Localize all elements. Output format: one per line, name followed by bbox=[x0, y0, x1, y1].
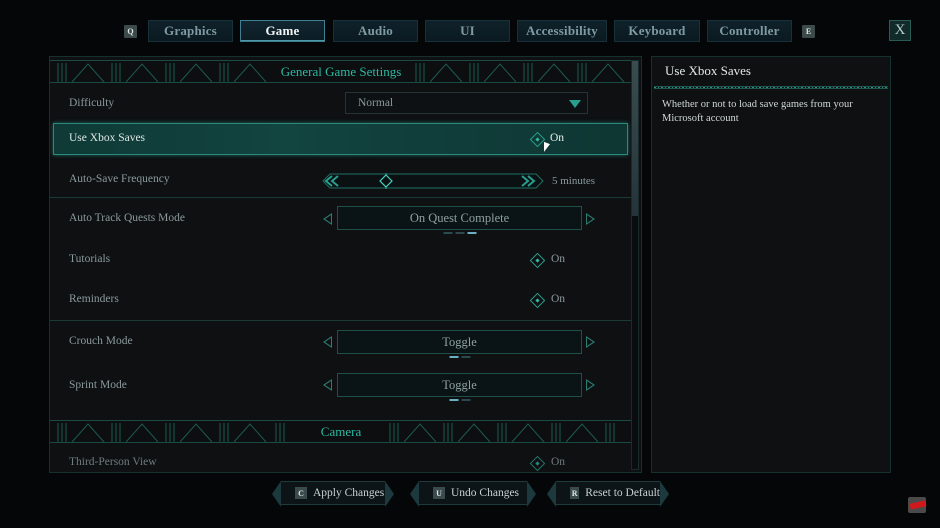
setting-row-third-person[interactable]: Third-Person View On bbox=[50, 449, 632, 472]
arrow-left-icon[interactable] bbox=[323, 336, 332, 348]
tab-graphics[interactable]: Graphics bbox=[148, 20, 233, 42]
next-tab-key[interactable]: E bbox=[802, 25, 815, 38]
option-pip bbox=[461, 399, 470, 401]
setting-label: Third-Person View bbox=[69, 456, 157, 468]
settings-scrollbar[interactable] bbox=[631, 60, 639, 470]
setting-label: Reminders bbox=[69, 293, 119, 305]
setting-row-crouch-mode[interactable]: Crouch Mode Toggle bbox=[50, 323, 632, 363]
crouch-mode-selector[interactable]: Toggle bbox=[337, 330, 582, 358]
prev-tab-key[interactable]: Q bbox=[124, 25, 137, 38]
toggle-value: On bbox=[551, 456, 566, 468]
setting-row-tutorials[interactable]: Tutorials On bbox=[50, 241, 632, 279]
apply-changes-button[interactable]: C Apply Changes bbox=[272, 481, 394, 507]
option-pips bbox=[449, 356, 470, 358]
toggle-value: On bbox=[551, 253, 566, 265]
arrow-left-icon[interactable] bbox=[323, 213, 332, 225]
toggle-diamond-icon[interactable] bbox=[529, 131, 546, 148]
toggle-value: On bbox=[551, 293, 566, 305]
action-label: Undo Changes bbox=[451, 487, 520, 499]
mouse-cursor-icon bbox=[544, 141, 550, 155]
toggle-diamond-icon[interactable] bbox=[529, 252, 546, 269]
setting-row-sprint-mode[interactable]: Sprint Mode Toggle bbox=[50, 366, 632, 406]
option-pip-active bbox=[449, 399, 458, 401]
tab-ui[interactable]: UI bbox=[425, 20, 510, 42]
option-pip-active bbox=[467, 232, 476, 234]
arrow-right-icon[interactable] bbox=[586, 379, 595, 391]
setting-row-reminders[interactable]: Reminders On bbox=[50, 281, 632, 319]
selector-value: On Quest Complete bbox=[409, 211, 510, 225]
dropdown-value: Normal bbox=[358, 97, 394, 109]
option-pip bbox=[443, 232, 452, 234]
arrow-right-icon[interactable] bbox=[586, 336, 595, 348]
section-title-general: General Game Settings bbox=[274, 63, 408, 80]
setting-label: Crouch Mode bbox=[69, 335, 133, 347]
option-pip bbox=[455, 232, 464, 234]
keycap-c: C bbox=[295, 487, 307, 499]
tab-keyboard[interactable]: Keyboard bbox=[614, 20, 700, 42]
description-divider bbox=[654, 86, 888, 89]
auto-save-slider[interactable] bbox=[322, 173, 544, 189]
description-title: Use Xbox Saves bbox=[665, 63, 751, 78]
close-button[interactable]: X bbox=[889, 20, 911, 41]
auto-track-selector[interactable]: On Quest Complete bbox=[337, 206, 582, 234]
selector-value: Toggle bbox=[442, 335, 477, 349]
section-title-camera: Camera bbox=[314, 423, 368, 440]
scrollbar-thumb[interactable] bbox=[632, 61, 638, 216]
action-label: Apply Changes bbox=[313, 487, 385, 499]
option-pip bbox=[461, 356, 470, 358]
chevron-down-icon bbox=[569, 100, 581, 108]
section-header-general: General Game Settings bbox=[50, 60, 632, 83]
keycap-r: R bbox=[570, 487, 580, 499]
slider-track bbox=[322, 173, 544, 189]
row-divider bbox=[50, 320, 632, 321]
auto-save-value: 5 minutes bbox=[552, 175, 596, 187]
reset-to-default-button[interactable]: R Reset to Default bbox=[547, 481, 669, 507]
row-divider bbox=[50, 197, 632, 198]
setting-row-use-xbox-saves[interactable]: Use Xbox Saves On bbox=[53, 123, 628, 155]
tab-game[interactable]: Game bbox=[240, 20, 325, 42]
watermark-logo-icon bbox=[908, 497, 926, 513]
setting-label: Auto-Save Frequency bbox=[69, 173, 170, 185]
toggle-diamond-icon[interactable] bbox=[529, 455, 546, 472]
toggle-diamond-icon[interactable] bbox=[529, 292, 546, 309]
option-pip-active bbox=[449, 356, 458, 358]
settings-panel: General Game Settings Difficulty Normal … bbox=[49, 56, 642, 473]
undo-changes-button[interactable]: U Undo Changes bbox=[410, 481, 536, 507]
description-text: Whether or not to load save games from y… bbox=[662, 99, 853, 124]
tab-accessibility[interactable]: Accessibility bbox=[517, 20, 607, 42]
difficulty-dropdown[interactable]: Normal bbox=[345, 92, 588, 114]
description-panel: Use Xbox Saves Whether or not to load sa… bbox=[651, 56, 891, 473]
option-pips bbox=[443, 232, 476, 234]
toggle-value: On bbox=[550, 132, 565, 144]
setting-row-auto-save[interactable]: Auto-Save Frequency 5 minutes bbox=[50, 161, 632, 197]
setting-label: Sprint Mode bbox=[69, 379, 127, 391]
setting-label: Difficulty bbox=[69, 97, 115, 109]
option-pips bbox=[449, 399, 470, 401]
setting-label: Use Xbox Saves bbox=[69, 132, 146, 144]
selector-value: Toggle bbox=[442, 378, 477, 392]
setting-row-auto-track[interactable]: Auto Track Quests Mode On Quest Complete bbox=[50, 200, 632, 238]
keycap-u: U bbox=[433, 487, 445, 499]
tab-controller[interactable]: Controller bbox=[707, 20, 792, 42]
action-label: Reset to Default bbox=[585, 487, 660, 499]
arrow-right-icon[interactable] bbox=[586, 213, 595, 225]
section-header-camera: Camera bbox=[50, 420, 632, 443]
tab-audio[interactable]: Audio bbox=[333, 20, 418, 42]
sprint-mode-selector[interactable]: Toggle bbox=[337, 373, 582, 401]
setting-label: Tutorials bbox=[69, 253, 111, 265]
arrow-left-icon[interactable] bbox=[323, 379, 332, 391]
setting-label: Auto Track Quests Mode bbox=[69, 212, 185, 224]
